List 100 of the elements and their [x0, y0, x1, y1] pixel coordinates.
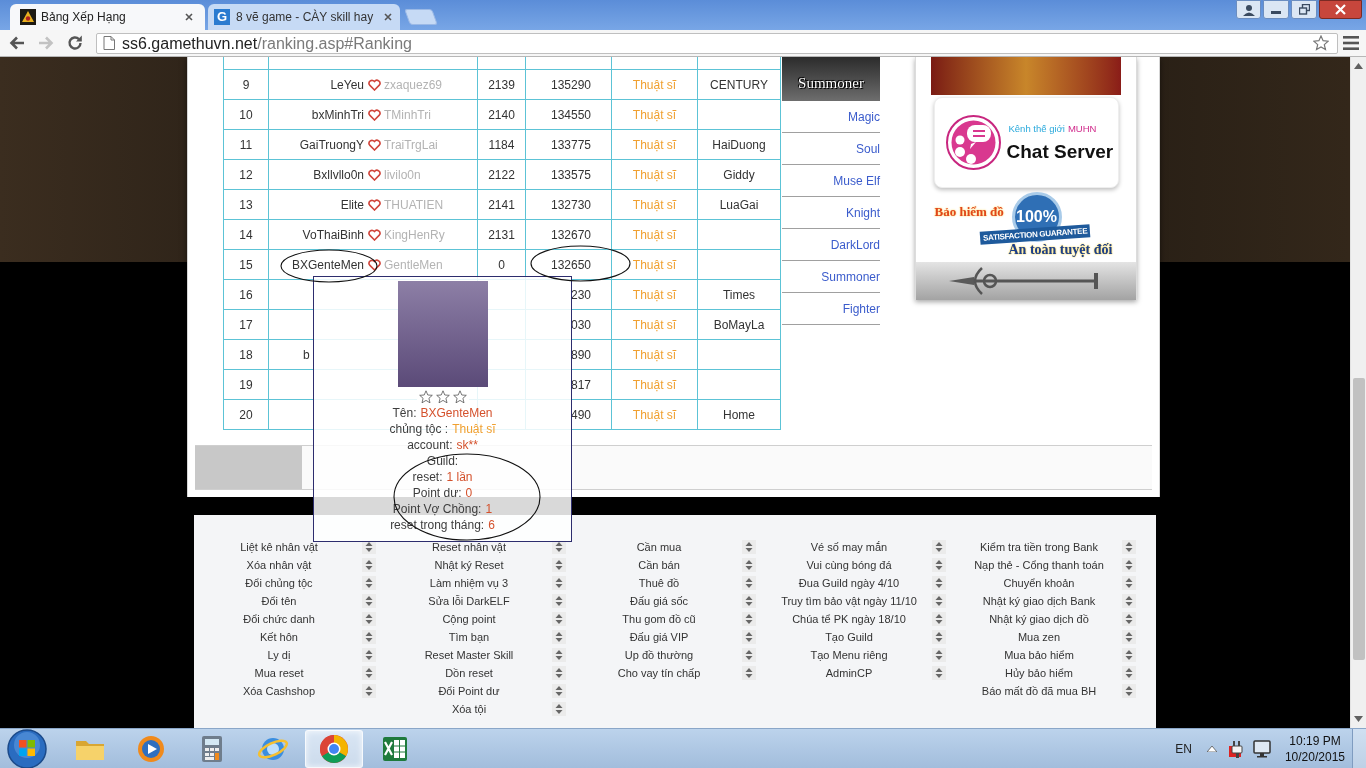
menu-link[interactable]: Cho vay tín chấp	[617, 664, 701, 682]
menu-link[interactable]: Sửa lỗi DarkELF	[428, 592, 510, 610]
class-link[interactable]: Knight	[845, 203, 880, 222]
sort-arrows-icon	[742, 594, 756, 608]
menu-link[interactable]: Thu gom đồ cũ	[622, 610, 696, 628]
menu-link[interactable]: Up đồ thường	[624, 646, 694, 664]
menu-link[interactable]: Đổi chủng tộc	[245, 574, 313, 592]
character-name[interactable]: LeYeu	[330, 75, 364, 94]
class-link[interactable]: DarkLord	[830, 235, 880, 254]
menu-link[interactable]: Đổi tên	[261, 592, 297, 610]
menu-link[interactable]: Tìm bạn	[448, 628, 490, 646]
menu-icon[interactable]	[1343, 36, 1359, 50]
rank-number: 17	[239, 316, 253, 334]
language-indicator[interactable]: EN	[1175, 739, 1192, 758]
menu-link[interactable]: Làm nhiệm vụ 3	[429, 574, 509, 592]
sort-arrows-icon	[932, 648, 946, 662]
menu-link[interactable]: AdminCP	[825, 664, 873, 682]
menu-link[interactable]: Vui cùng bóng đá	[806, 556, 892, 574]
menu-link[interactable]: Đổi Point dư	[438, 682, 500, 700]
menu-link[interactable]: Xóa nhân vật	[246, 556, 312, 574]
plug-icon[interactable]	[1227, 739, 1246, 758]
class-link[interactable]: Fighter	[842, 299, 880, 318]
character-name[interactable]: Elite	[340, 195, 364, 214]
character-name[interactable]: b	[303, 345, 310, 364]
menu-link[interactable]: Cần bán	[638, 556, 680, 574]
address-bar[interactable]: ss6.gamethuvn.net/ranking.asp#Ranking	[96, 32, 1338, 54]
taskbar-button[interactable]	[305, 729, 363, 768]
class-link[interactable]: Summoner	[821, 267, 880, 286]
menu-link[interactable]: Chuyển khoản	[1003, 574, 1075, 592]
menu-link[interactable]: Nạp thẻ - Cổng thanh toán	[974, 556, 1104, 574]
sort-arrows-icon	[1122, 558, 1136, 572]
menu-link[interactable]: Tạo Guild	[825, 628, 873, 646]
menu-link[interactable]: Reset nhân vật	[432, 538, 506, 556]
class-name: Thuật sĩ	[632, 376, 677, 394]
close-icon[interactable]	[383, 12, 393, 22]
class-name: Thuật sĩ	[632, 76, 677, 94]
reload-icon[interactable]	[65, 33, 85, 53]
menu-link[interactable]: Nhật ký Reset	[434, 556, 504, 574]
menu-link[interactable]: Báo mất đồ đã mua BH	[981, 682, 1097, 700]
menu-link[interactable]: Vé số may mắn	[810, 538, 888, 556]
sort-arrows-icon	[742, 612, 756, 626]
guild-name: LuaGai	[719, 196, 759, 214]
menu-link[interactable]: Xóa Cashshop	[242, 682, 316, 700]
browser-tab[interactable]: G 8 vẽ game - CÀY skill hay	[208, 4, 400, 30]
menu-link[interactable]: Đấu giá VIP	[629, 628, 689, 646]
restore-button[interactable]	[1291, 0, 1317, 19]
chat-server-banner[interactable]: Kênh thế giới MUHN Chat Server	[933, 97, 1119, 188]
guild-name: Home	[723, 406, 755, 424]
menu-link[interactable]: Tạo Menu riêng	[810, 646, 888, 664]
tray-arrow-icon[interactable]	[1206, 745, 1217, 752]
sort-arrows-icon	[932, 594, 946, 608]
browser-tab[interactable]: Bảng Xếp Hạng	[10, 4, 205, 30]
character-name[interactable]: VoThaiBinh	[302, 225, 364, 244]
minimize-button[interactable]	[1263, 0, 1289, 19]
menu-link[interactable]: Đấu giá sốc	[629, 592, 689, 610]
reset-count: 0	[498, 256, 505, 274]
class-link[interactable]: Soul	[855, 139, 880, 158]
menu-link[interactable]: Chúa tể PK ngày 18/10	[792, 610, 906, 628]
class-name: Thuật sĩ	[632, 346, 677, 364]
menu-link[interactable]: Cần mua	[636, 538, 682, 556]
menu-link[interactable]: Dồn reset	[445, 664, 493, 682]
menu-link[interactable]: Cộng point	[442, 610, 496, 628]
character-name[interactable]: GaiTruongY	[299, 135, 364, 154]
menu-link[interactable]: Kiểm tra tiền trong Bank	[980, 538, 1098, 556]
close-window-button[interactable]	[1319, 0, 1362, 19]
character-name[interactable]: bxMinhTri	[311, 105, 364, 124]
menu-link[interactable]: Kết hôn	[260, 628, 298, 646]
start-button[interactable]	[7, 728, 47, 768]
menu-link[interactable]: Nhật ký giao dịch đồ	[989, 610, 1089, 628]
points-value: 135290	[550, 76, 591, 94]
account-name: TraiTrgLai	[384, 136, 438, 154]
profile-button[interactable]	[1236, 0, 1261, 19]
menu-link[interactable]: Truy tìm bảo vật ngày 11/10	[781, 592, 917, 610]
character-name[interactable]: Bxllvllo0n	[313, 165, 364, 184]
restore-icon	[1298, 4, 1310, 15]
menu-link[interactable]: Hủy bảo hiểm	[1005, 664, 1073, 682]
menu-link[interactable]: Đổi chức danh	[243, 610, 315, 628]
menu-link[interactable]: Đua Guild ngày 4/10	[798, 574, 900, 592]
menu-link[interactable]: Mua bảo hiểm	[1004, 646, 1074, 664]
menu-link[interactable]: Mua reset	[254, 664, 304, 682]
menu-link[interactable]: Reset Master Skill	[424, 646, 514, 664]
menu-link[interactable]: Thuê đồ	[638, 574, 680, 592]
menu-link[interactable]: Mua zen	[1017, 628, 1061, 646]
scroll-down-arrow-icon[interactable]	[1354, 716, 1363, 722]
clock-date[interactable]: 10/20/2015	[1284, 748, 1345, 765]
menu-link[interactable]: Ly dị	[267, 646, 291, 664]
scrollbar-thumb[interactable]	[1352, 378, 1365, 660]
class-link[interactable]: Magic	[848, 107, 880, 126]
monitor-icon[interactable]	[1252, 739, 1271, 758]
account-name: livilo0n	[384, 166, 421, 184]
class-link[interactable]: Muse Elf	[833, 171, 880, 190]
clock-time[interactable]: 10:19 PM	[1289, 732, 1341, 749]
menu-link[interactable]: Xóa tội	[451, 700, 487, 718]
bookmark-star-icon[interactable]	[1313, 35, 1329, 51]
menu-link[interactable]: Liệt kê nhân vật	[240, 538, 318, 556]
close-icon[interactable]	[184, 12, 194, 22]
menu-link[interactable]: Nhật ký giao dịch Bank	[982, 592, 1096, 610]
scroll-up-arrow-icon[interactable]	[1354, 63, 1363, 69]
guild-name: CENTURY	[710, 76, 768, 94]
popup-info-line: chủng tộc : Thuật sĩ	[389, 421, 496, 437]
